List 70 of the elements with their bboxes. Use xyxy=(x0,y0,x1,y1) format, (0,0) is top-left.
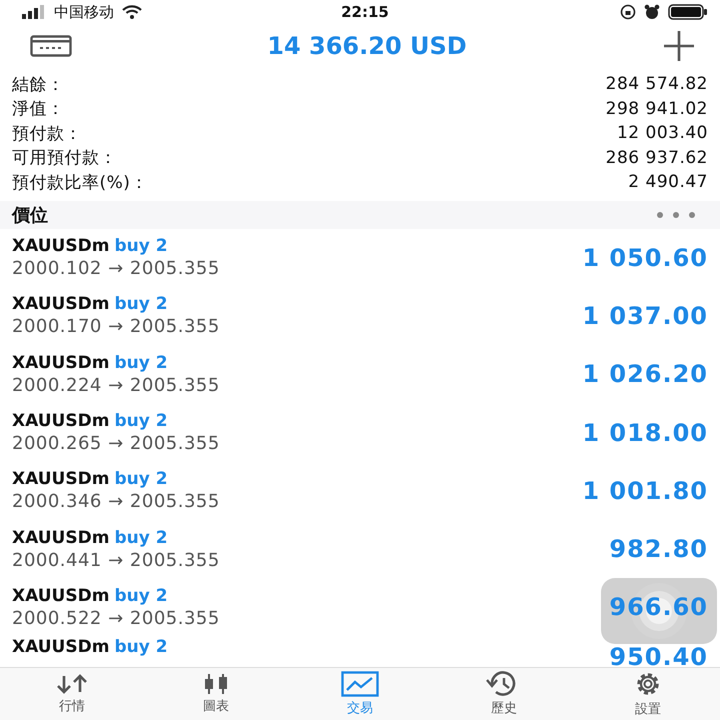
summary-label: 淨值： xyxy=(12,98,64,120)
summary-value: 2 490.47 xyxy=(628,172,708,192)
profit-value: 1 037.00 xyxy=(582,302,708,330)
carrier-name: 中国移动 xyxy=(54,2,114,22)
order-side: buy 2 xyxy=(114,636,168,657)
summary-value: 286 937.62 xyxy=(606,148,708,168)
price-range: 2000.224 → 2005.355 xyxy=(12,374,220,396)
battery-icon xyxy=(668,4,708,20)
price-range: 2000.170 → 2005.355 xyxy=(12,316,220,338)
symbol-name: XAUUSDm xyxy=(12,294,110,314)
price-range: 2000.346 → 2005.355 xyxy=(12,491,220,512)
summary-label: 結餘： xyxy=(12,74,64,96)
position-row[interactable]: XAUUSDm buy 2 2000.522 → 2005.355 966.60 xyxy=(0,578,720,637)
profit-value: 1 001.80 xyxy=(582,476,708,505)
profit-value: 1 050.60 xyxy=(582,244,708,272)
summary-value: 298 941.02 xyxy=(606,98,708,119)
symbol-name: XAUUSDm xyxy=(12,236,110,256)
floating-button[interactable] xyxy=(601,578,717,644)
summary-label: 預付款比率(%)： xyxy=(12,172,148,194)
summary-value: 284 574.82 xyxy=(606,74,708,94)
symbol-name: XAUUSDm xyxy=(12,411,110,432)
symbol-name: XAUUSDm xyxy=(12,528,110,548)
price-range: 2000.441 → 2005.355 xyxy=(12,550,220,571)
arrows-icon xyxy=(55,673,89,695)
wifi-icon xyxy=(122,5,142,19)
symbol-name: XAUUSDm xyxy=(12,469,110,490)
order-side: buy 2 xyxy=(114,469,168,490)
position-row[interactable]: XAUUSDm buy 2 2000.346 → 2005.355 1 001.80 xyxy=(0,462,720,520)
order-side: buy 2 xyxy=(114,528,168,548)
profit-value: 966.60 xyxy=(609,593,708,622)
position-row[interactable]: XAUUSDm buy 2 2000.441 → 2005.355 982.80 xyxy=(0,520,720,578)
symbol-name: XAUUSDm xyxy=(12,586,110,606)
order-side: buy 2 xyxy=(114,586,168,606)
rotation-lock-icon xyxy=(620,4,636,20)
signal-icon xyxy=(22,5,46,19)
order-side: buy 2 xyxy=(114,236,168,256)
order-side: buy 2 xyxy=(114,411,168,432)
symbol-name: XAUUSDm xyxy=(12,352,110,373)
position-row[interactable]: XAUUSDm buy 2 950.40 xyxy=(0,636,720,667)
profit-value: 1 026.20 xyxy=(582,360,708,388)
more-icon xyxy=(656,210,696,218)
position-row[interactable]: XAUUSDm buy 2 2000.224 → 2005.355 1 026.20 xyxy=(0,345,720,404)
symbol-name: XAUUSDm xyxy=(12,636,110,657)
order-side: buy 2 xyxy=(114,352,168,373)
price-range: 2000.522 → 2005.355 xyxy=(12,608,220,629)
order-side: buy 2 xyxy=(114,294,168,314)
tab-button[interactable]: 設置 xyxy=(576,668,720,720)
position-row[interactable]: XAUUSDm buy 2 2000.265 → 2005.355 1 018.00 xyxy=(0,403,720,462)
profit-value: 1 018.00 xyxy=(582,418,708,447)
new-order-button[interactable] xyxy=(662,29,696,63)
tab-button[interactable]: 行情 xyxy=(0,668,144,720)
card-icon xyxy=(30,35,72,57)
summary-value: 12 003.40 xyxy=(616,123,708,144)
status-time: 22:15 xyxy=(341,3,389,21)
plus-icon xyxy=(662,29,696,63)
line-chart-icon xyxy=(341,671,379,697)
alarm-icon xyxy=(644,4,660,20)
price-range: 2000.265 → 2005.355 xyxy=(12,433,220,454)
position-row[interactable]: XAUUSDm buy 2 2000.170 → 2005.355 1 037.00 xyxy=(0,286,720,346)
summary-label: 可用預付款： xyxy=(12,147,117,170)
profit-value: 982.80 xyxy=(609,535,708,564)
profit-value: 950.40 xyxy=(609,642,708,667)
tab-button[interactable]: 圖表 xyxy=(144,668,288,720)
position-row[interactable]: XAUUSDm buy 2 2000.102 → 2005.355 1 050.60 xyxy=(0,228,720,287)
tab-button[interactable]: 歷史 xyxy=(432,668,576,720)
account-balance: 14 366.20 USD xyxy=(267,32,467,60)
section-title: 價位 xyxy=(12,204,48,226)
price-range: 2000.102 → 2005.355 xyxy=(12,258,220,280)
account-button[interactable] xyxy=(30,35,72,57)
summary-label: 預付款： xyxy=(12,122,82,145)
